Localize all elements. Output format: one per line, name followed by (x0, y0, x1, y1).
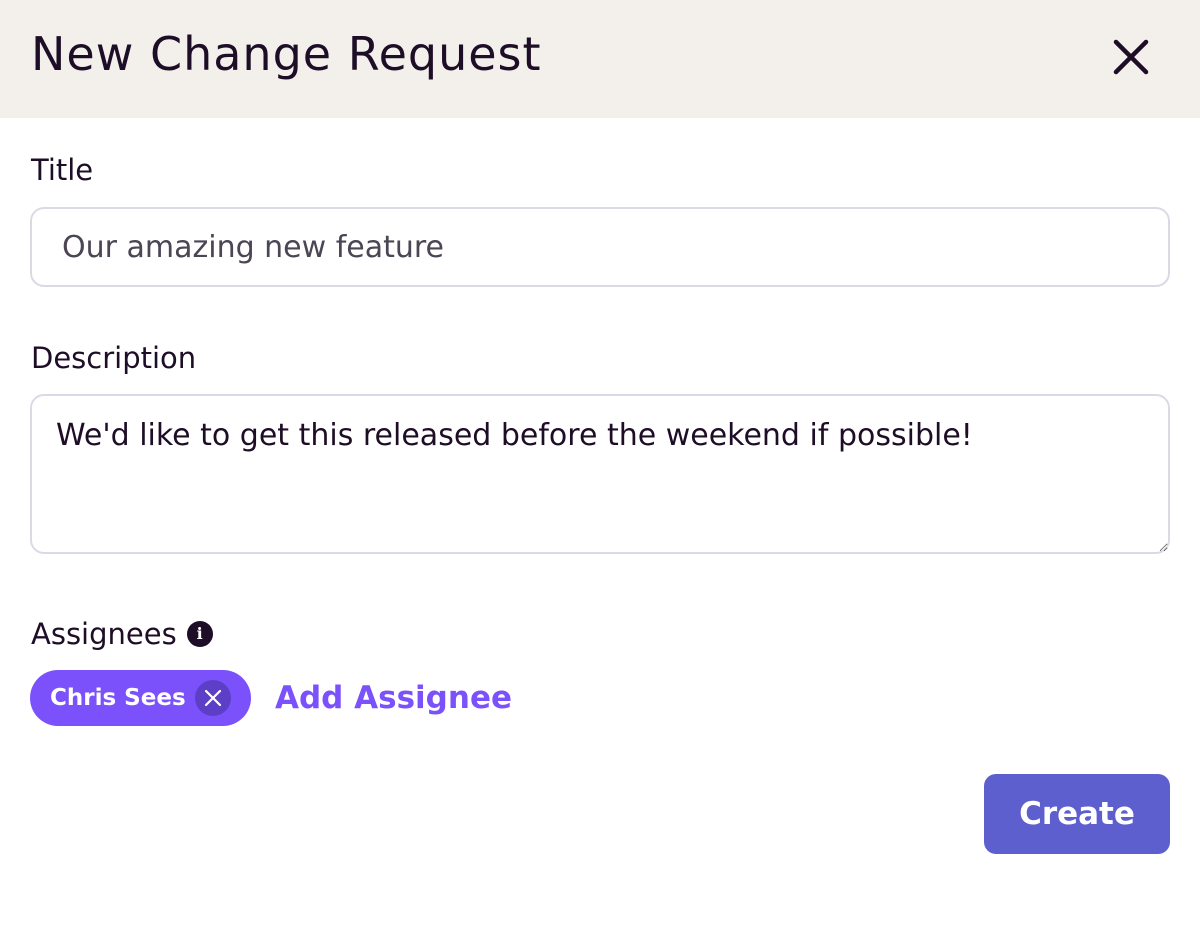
assignee-chip-label: Chris Sees (50, 685, 186, 711)
close-button[interactable] (1100, 26, 1162, 88)
change-request-dialog: New Change Request Title Description We'… (0, 0, 1200, 932)
assignee-chip: Chris Sees (30, 670, 251, 726)
close-icon (1113, 39, 1149, 75)
description-label: Description (31, 341, 197, 375)
description-textarea[interactable]: We'd like to get this released before th… (30, 394, 1170, 554)
title-label: Title (31, 153, 94, 187)
add-assignee-link[interactable]: Add Assignee (275, 678, 512, 718)
remove-assignee-button[interactable] (195, 680, 231, 716)
close-icon (204, 689, 222, 707)
info-icon[interactable]: i (186, 621, 213, 647)
dialog-header: New Change Request (0, 0, 1200, 118)
assignees-header: Assignees i (31, 616, 213, 652)
dialog-title: New Change Request (31, 27, 542, 81)
title-input[interactable] (30, 207, 1170, 287)
create-button[interactable]: Create (984, 774, 1170, 854)
assignees-label: Assignees (31, 617, 177, 651)
